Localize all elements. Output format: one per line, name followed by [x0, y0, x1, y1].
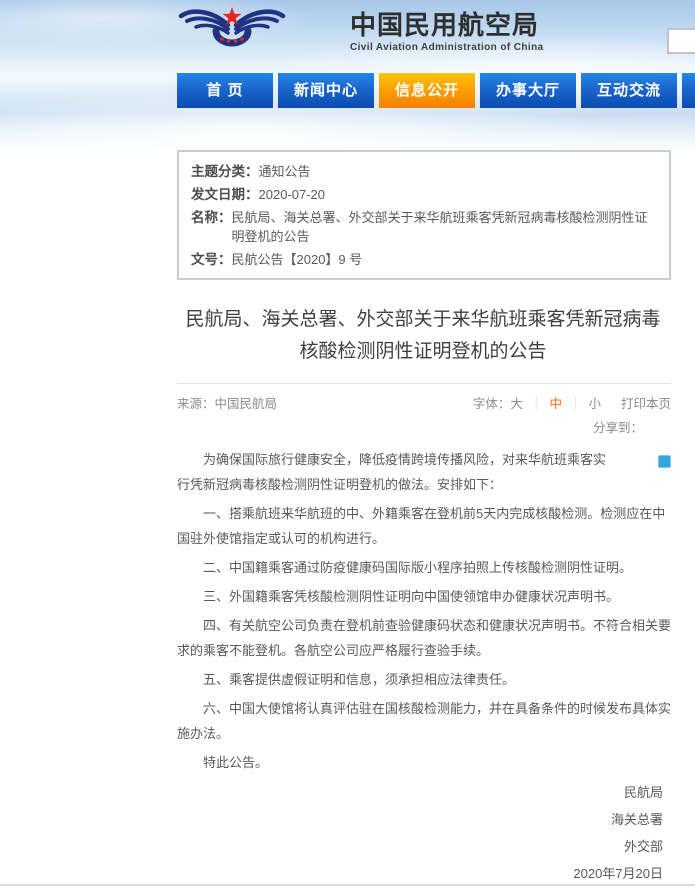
title-divider	[177, 383, 671, 384]
meta-row-doc-number: 文号： 民航公告【2020】9 号	[191, 250, 657, 269]
article-body: +为确保国际旅行健康安全，降低疫情跨境传播风险，对来华航班乘客实行凭新冠病毒核酸…	[177, 447, 671, 887]
article-paragraph: 一、搭乘航班来华航班的中、外籍乘客在登机前5天内完成核酸检测。检测应在中国驻外使…	[177, 501, 671, 551]
search-input[interactable]	[667, 28, 695, 54]
meta-value: 民航公告【2020】9 号	[232, 250, 658, 269]
share-to-label: 分享到：	[177, 420, 671, 437]
meta-label: 主题分类：	[191, 162, 259, 181]
article-paragraph: 特此公告。	[177, 750, 671, 775]
signature-line: 海关总署	[177, 806, 671, 833]
signature-line: 民航局	[177, 779, 671, 806]
share-plus-icon[interactable]: +	[658, 455, 671, 468]
article-paragraph: 三、外国籍乘客凭核酸检测阴性证明向中国使领馆申办健康状况声明书。	[177, 584, 671, 609]
font-sep: ｜	[523, 397, 550, 411]
source-row: 来源：中国民航局 字体：大｜中｜小打印本页	[177, 396, 671, 413]
page: 中国民用航空局 Civil Aviation Administration of…	[0, 0, 695, 891]
signature-line: 外交部	[177, 833, 671, 860]
meta-label: 发文日期：	[191, 185, 259, 204]
meta-row-date: 发文日期： 2020-07-20	[191, 185, 657, 204]
signature-block: 民航局 海关总署 外交部 2020年7月20日	[177, 779, 671, 887]
meta-value: 通知公告	[259, 162, 658, 181]
article-paragraph: 四、有关航空公司负责在登机前查验健康码状态和健康状况声明书。不符合相关要求的乘客…	[177, 613, 671, 663]
article-paragraph: +为确保国际旅行健康安全，降低疫情跨境传播风险，对来华航班乘客实行凭新冠病毒核酸…	[177, 447, 671, 497]
document-meta-box: 主题分类： 通知公告 发文日期： 2020-07-20 名称： 民航局、海关总署…	[177, 150, 671, 280]
meta-label: 文号：	[191, 250, 232, 269]
meta-value: 民航局、海关总署、外交部关于来华航班乘客凭新冠病毒核酸检测阴性证明登机的公告	[232, 208, 658, 246]
signature-line: 2020年7月20日	[177, 860, 671, 887]
font-sep: ｜	[562, 397, 589, 411]
nav-item-partial[interactable]	[682, 73, 695, 108]
article-paragraph: 二、中国籍乘客通过防疫健康码国际版小程序拍照上传核酸检测阴性证明。	[177, 555, 671, 580]
font-controls-label: 字体：	[473, 397, 511, 411]
article-paragraph: 六、中国大使馆将认真评估驻在国核酸检测能力，并在具备条件的时候发布具体实施办法。	[177, 696, 671, 746]
share-widget: +	[611, 447, 671, 465]
page-title: 民航局、海关总署、外交部关于来华航班乘客凭新冠病毒核酸检测阴性证明登机的公告	[177, 304, 669, 368]
meta-value: 2020-07-20	[259, 185, 658, 204]
meta-label: 名称：	[191, 208, 232, 246]
content-column: 主题分类： 通知公告 发文日期： 2020-07-20 名称： 民航局、海关总署…	[177, 0, 671, 887]
print-page-button[interactable]: 打印本页	[621, 397, 671, 411]
font-size-controls: 字体：大｜中｜小打印本页	[473, 396, 671, 413]
font-size-small-button[interactable]: 小	[588, 397, 601, 411]
meta-row-name: 名称： 民航局、海关总署、外交部关于来华航班乘客凭新冠病毒核酸检测阴性证明登机的…	[191, 208, 657, 246]
meta-row-topic: 主题分类： 通知公告	[191, 162, 657, 181]
article-paragraph: 五、乘客提供虚假证明和信息，须承担相应法律责任。	[177, 667, 671, 692]
font-size-medium-button[interactable]: 中	[549, 397, 562, 411]
source-label: 来源：中国民航局	[177, 396, 277, 413]
font-size-large-button[interactable]: 大	[510, 397, 523, 411]
